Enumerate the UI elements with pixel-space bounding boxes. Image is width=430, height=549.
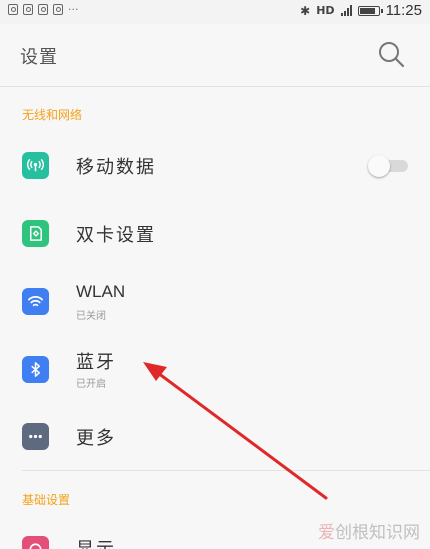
more-icon [22,423,49,450]
bluetooth-icon [22,356,49,383]
notification-icons: ··· [8,4,79,15]
notification-icon [53,4,63,15]
row-title: 双卡设置 [76,225,156,246]
settings-row-mobile-data[interactable]: 移动数据 [0,138,430,194]
row-subtitle: 已开启 [76,379,106,390]
divider [22,470,430,471]
section-header-basic: 基础设置 [22,493,71,507]
sim-card-icon [22,220,49,247]
search-icon[interactable] [376,39,408,71]
display-icon [22,536,49,549]
more-notifications-icon: ··· [68,3,79,16]
row-title: WLAN [76,282,126,301]
status-bar: ··· ✱ HD 11:25 [0,0,430,24]
page-title: 设置 [20,47,58,68]
settings-row-dual-sim[interactable]: 双卡设置 [0,206,430,262]
settings-row-wlan[interactable]: WLAN 已关闭 [0,274,430,334]
signal-icon [340,5,352,16]
app-header: 设置 [0,24,430,87]
mobile-data-toggle[interactable] [368,155,410,177]
row-title: 移动数据 [76,157,156,178]
notification-icon [8,4,18,15]
notification-icon [38,4,48,15]
bluetooth-status-icon: ✱ [300,3,311,18]
antenna-icon [22,152,49,179]
clock: 11:25 [385,2,422,19]
settings-row-more[interactable]: 更多 [0,410,430,466]
row-title: 蓝牙 [76,352,116,373]
settings-row-bluetooth[interactable]: 蓝牙 已开启 [0,342,430,402]
notification-icon [23,4,33,15]
row-subtitle: 已关闭 [76,311,106,322]
section-header-network: 无线和网络 [22,108,83,122]
row-title: 更多 [76,428,116,449]
row-title: 显示 [76,535,116,549]
watermark: 爱创根 知识网 [318,523,420,543]
network-type: HD [316,4,335,17]
wifi-icon [22,288,49,315]
battery-icon [357,5,383,16]
